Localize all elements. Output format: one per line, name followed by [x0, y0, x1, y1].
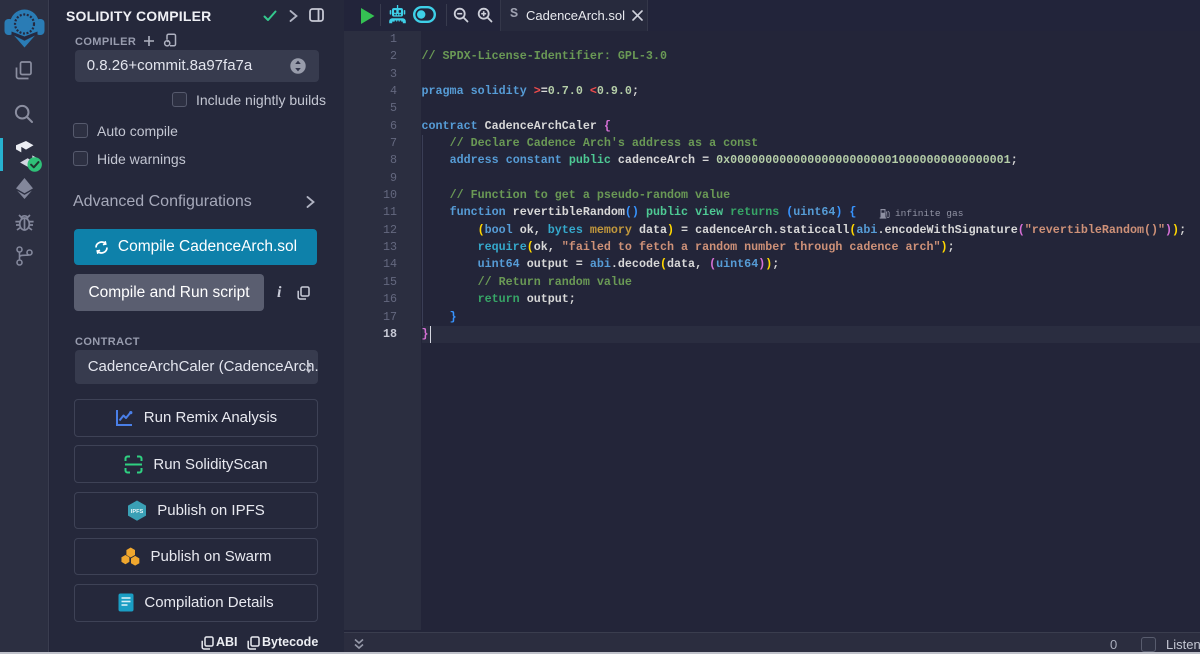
- svg-text:IPFS: IPFS: [131, 509, 144, 515]
